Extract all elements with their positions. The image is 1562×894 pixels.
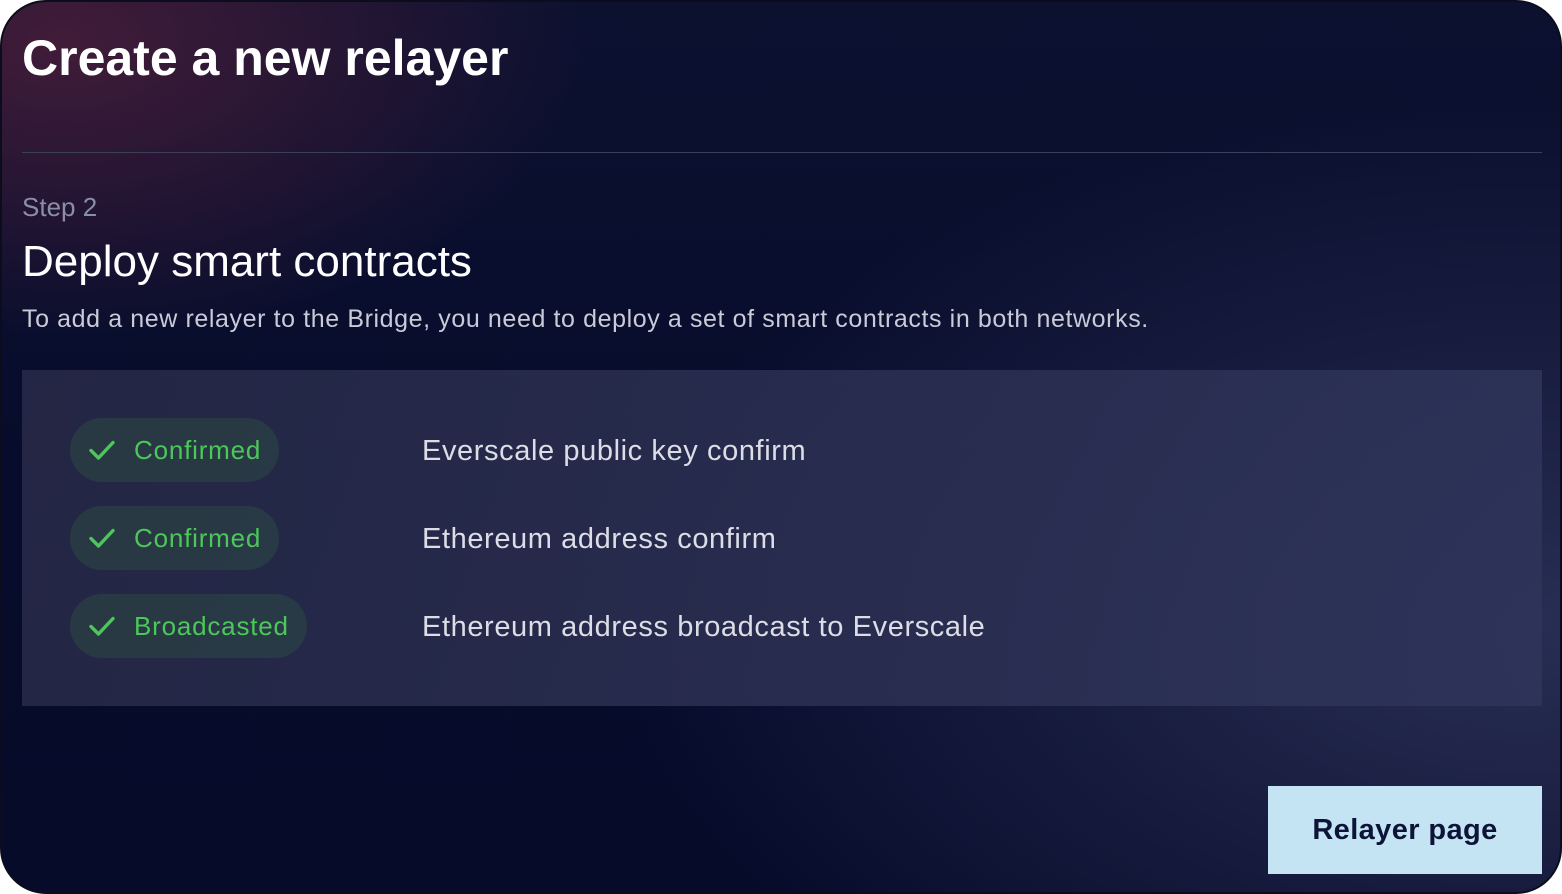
step-title: Deploy smart contracts — [22, 237, 472, 286]
task-row: Confirmed Ethereum address confirm — [22, 506, 1542, 570]
check-icon — [89, 616, 115, 636]
status-badge: Confirmed — [70, 418, 280, 482]
modal-title: Create a new relayer — [22, 30, 509, 86]
task-row: Confirmed Everscale public key confirm — [22, 418, 1542, 482]
status-badge: Broadcasted — [70, 594, 307, 658]
step-label: Step 2 — [22, 192, 98, 222]
task-label: Everscale public key confirm — [422, 435, 807, 467]
create-relayer-modal: Create a new relayer Step 2 Deploy smart… — [0, 0, 1562, 894]
task-label: Ethereum address confirm — [422, 523, 777, 555]
status-badge: Confirmed — [70, 506, 280, 570]
task-row: Broadcasted Ethereum address broadcast t… — [22, 594, 1542, 658]
check-icon — [89, 528, 115, 548]
task-label: Ethereum address broadcast to Everscale — [422, 611, 986, 643]
status-badge-label: Broadcasted — [134, 611, 289, 641]
relayer-page-button[interactable]: Relayer page — [1268, 786, 1542, 874]
check-icon — [89, 440, 115, 460]
status-badge-label: Confirmed — [134, 523, 262, 553]
status-badge-label: Confirmed — [134, 435, 262, 465]
divider — [22, 152, 1542, 153]
step-description: To add a new relayer to the Bridge, you … — [22, 305, 1149, 333]
task-panel: Confirmed Everscale public key confirm C… — [22, 370, 1542, 706]
